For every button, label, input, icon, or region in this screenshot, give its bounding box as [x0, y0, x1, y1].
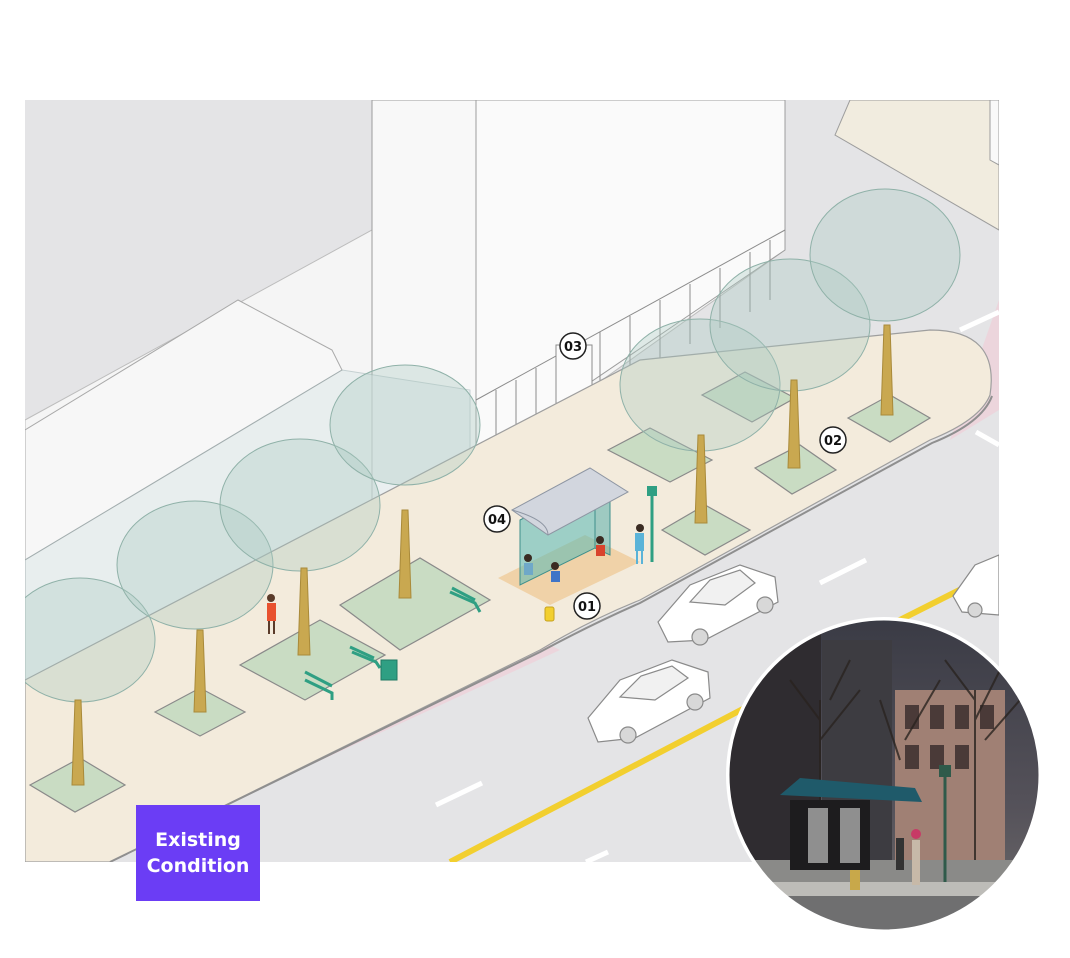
callout-04: 04: [483, 505, 511, 533]
existing-condition-badge: Existing Condition: [136, 805, 260, 901]
badge-line-1: Existing: [155, 829, 241, 851]
callout-02-label: 02: [824, 434, 842, 449]
callout-01-label: 01: [578, 600, 596, 615]
badge-line-2: Condition: [146, 855, 250, 877]
callout-03-label: 03: [564, 340, 582, 355]
trash-can: [380, 659, 398, 681]
callout-02: 02: [819, 426, 847, 454]
callout-01: 01: [573, 592, 601, 620]
fire-hydrant: [544, 606, 555, 622]
callout-03: 03: [559, 332, 587, 360]
existing-condition-photo: [726, 617, 1042, 933]
callout-04-label: 04: [488, 513, 506, 528]
